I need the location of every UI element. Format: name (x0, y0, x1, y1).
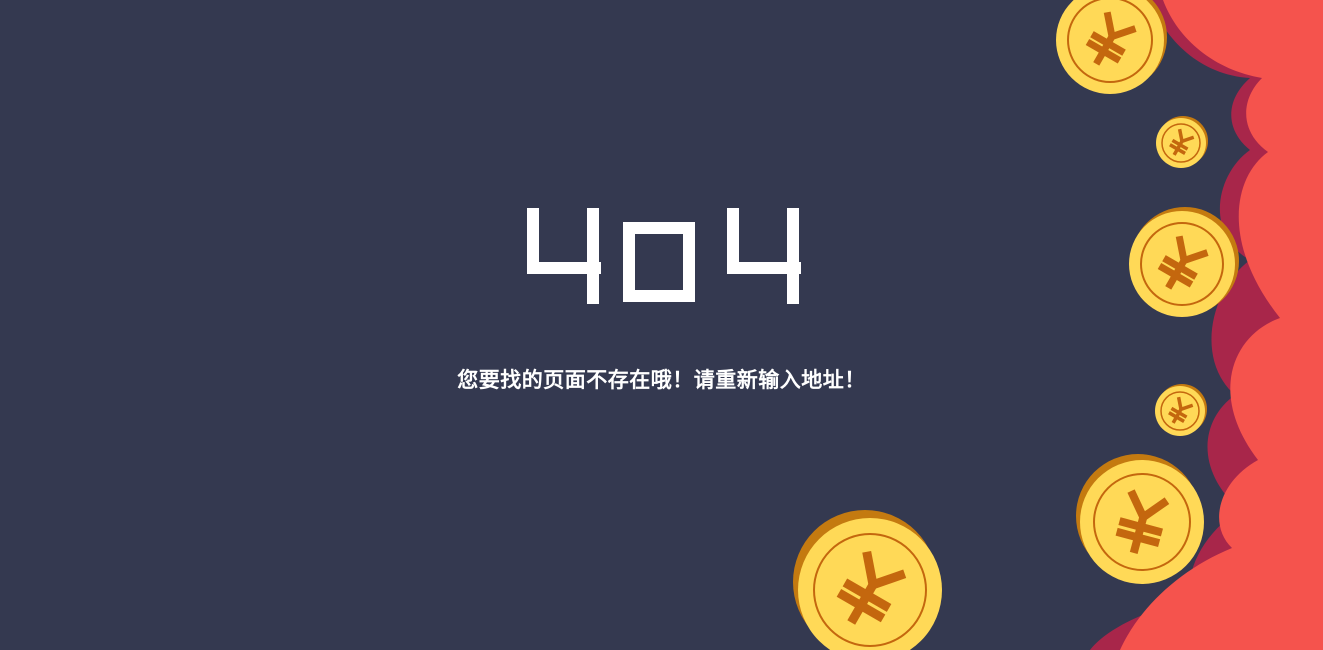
coins (793, 0, 1239, 650)
error-message: 您要找的页面不存在哦！请重新输入地址！ (0, 366, 1323, 394)
cloud-front (1120, 0, 1323, 650)
coin-icon (1156, 116, 1208, 168)
error-code: 404 (525, 208, 805, 304)
coin-icon (1129, 207, 1239, 317)
error-page: 404 您要找的页面不存在哦！请重新输入地址！ (0, 0, 1323, 650)
cloud-icon (1090, 0, 1323, 650)
error-code-glyphs (527, 208, 801, 304)
coin-icon (1076, 454, 1204, 584)
cloud-shadow (1090, 0, 1323, 650)
coin-icon (1056, 0, 1167, 94)
decoration (793, 0, 1323, 650)
coin-icon (793, 510, 942, 650)
error-message-text: 您要找的页面不存在哦！请重新输入地址！ (457, 368, 866, 392)
